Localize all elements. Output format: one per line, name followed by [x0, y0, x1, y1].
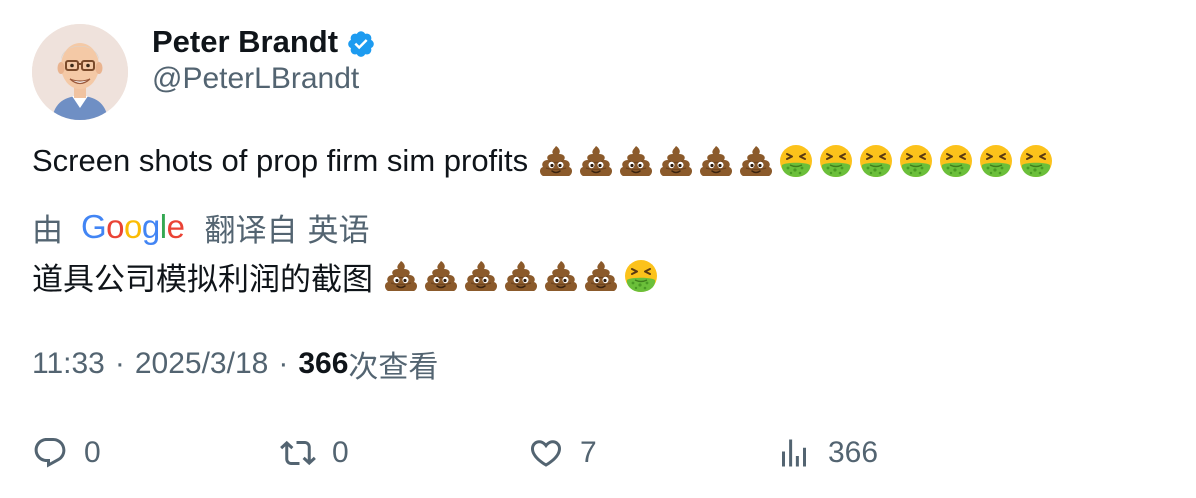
- like-count: 7: [580, 436, 597, 469]
- translation-attribution: 由 Google 翻译自 英语: [32, 206, 369, 248]
- google-logo-letter: g: [141, 208, 160, 245]
- google-logo-letter: l: [159, 208, 167, 245]
- translation-prefix: 由: [32, 212, 63, 248]
- pile-of-poo-emoji-icon: [503, 258, 539, 294]
- google-logo[interactable]: Google: [81, 208, 185, 246]
- reply-icon: [34, 438, 66, 468]
- meta-separator: ·: [114, 347, 125, 380]
- avatar[interactable]: [32, 24, 128, 120]
- translation-source-language: 英语: [307, 212, 370, 248]
- views-button[interactable]: 366: [776, 432, 878, 474]
- tweet-text: Screen shots of prop firm sim profits: [32, 143, 529, 178]
- nauseated-face-emoji-icon: [978, 143, 1014, 179]
- google-logo-letter: G: [81, 208, 107, 245]
- translation-label: 翻译自: [204, 212, 298, 248]
- pile-of-poo-emoji-icon: [578, 143, 614, 179]
- tweet-emoji-row: [538, 143, 1054, 179]
- pile-of-poo-emoji-icon: [658, 143, 694, 179]
- retweet-button[interactable]: 0: [280, 432, 349, 474]
- views-count: 366: [298, 347, 349, 380]
- tweet-date[interactable]: 2025/3/18: [135, 347, 268, 381]
- tweet-body: Screen shots of prop firm sim profits: [32, 140, 1054, 182]
- tweet-time[interactable]: 11:33: [32, 347, 105, 381]
- reply-count: 0: [84, 436, 101, 469]
- tweet-meta: 11:33 · 2025/3/18 · 366 次查看: [32, 344, 438, 384]
- nauseated-face-emoji-icon: [778, 143, 814, 179]
- nauseated-face-emoji-icon: [858, 143, 894, 179]
- pile-of-poo-emoji-icon: [618, 143, 654, 179]
- nauseated-face-emoji-icon: [1018, 143, 1054, 179]
- author-handle[interactable]: @PeterLBrandt: [152, 62, 359, 96]
- pile-of-poo-emoji-icon: [738, 143, 774, 179]
- pile-of-poo-emoji-icon: [543, 258, 579, 294]
- google-logo-letter: o: [106, 208, 125, 245]
- pile-of-poo-emoji-icon: [583, 258, 619, 294]
- nauseated-face-emoji-icon: [818, 143, 854, 179]
- translated-body: 道具公司模拟利润的截图: [32, 254, 659, 298]
- avatar-image: [32, 24, 128, 120]
- nauseated-face-emoji-icon: [898, 143, 934, 179]
- pile-of-poo-emoji-icon: [383, 258, 419, 294]
- meta-separator: ·: [278, 347, 289, 380]
- like-button[interactable]: 7: [528, 432, 597, 474]
- views-action-count: 366: [828, 436, 879, 469]
- analytics-icon: [782, 439, 806, 467]
- heart-icon: [530, 440, 562, 467]
- nauseated-face-emoji-icon: [938, 143, 974, 179]
- reply-button[interactable]: 0: [32, 432, 101, 474]
- views-label: 次查看: [348, 351, 439, 384]
- pile-of-poo-emoji-icon: [698, 143, 734, 179]
- pile-of-poo-emoji-icon: [423, 258, 459, 294]
- nauseated-face-emoji-icon: [623, 258, 659, 294]
- retweet-icon: [280, 440, 316, 466]
- verified-badge-icon[interactable]: [346, 29, 376, 59]
- author-name-row: Peter Brandt: [152, 22, 376, 62]
- google-logo-letter: o: [124, 208, 142, 245]
- pile-of-poo-emoji-icon: [463, 258, 499, 294]
- pile-of-poo-emoji-icon: [538, 143, 574, 179]
- translated-text: 道具公司模拟利润的截图: [32, 261, 373, 297]
- google-logo-letter: e: [166, 208, 185, 245]
- retweet-count: 0: [332, 436, 349, 469]
- author-display-name[interactable]: Peter Brandt: [152, 24, 338, 60]
- translated-emoji-row: [383, 258, 659, 294]
- action-bar: 0 0 7 366: [32, 432, 1162, 474]
